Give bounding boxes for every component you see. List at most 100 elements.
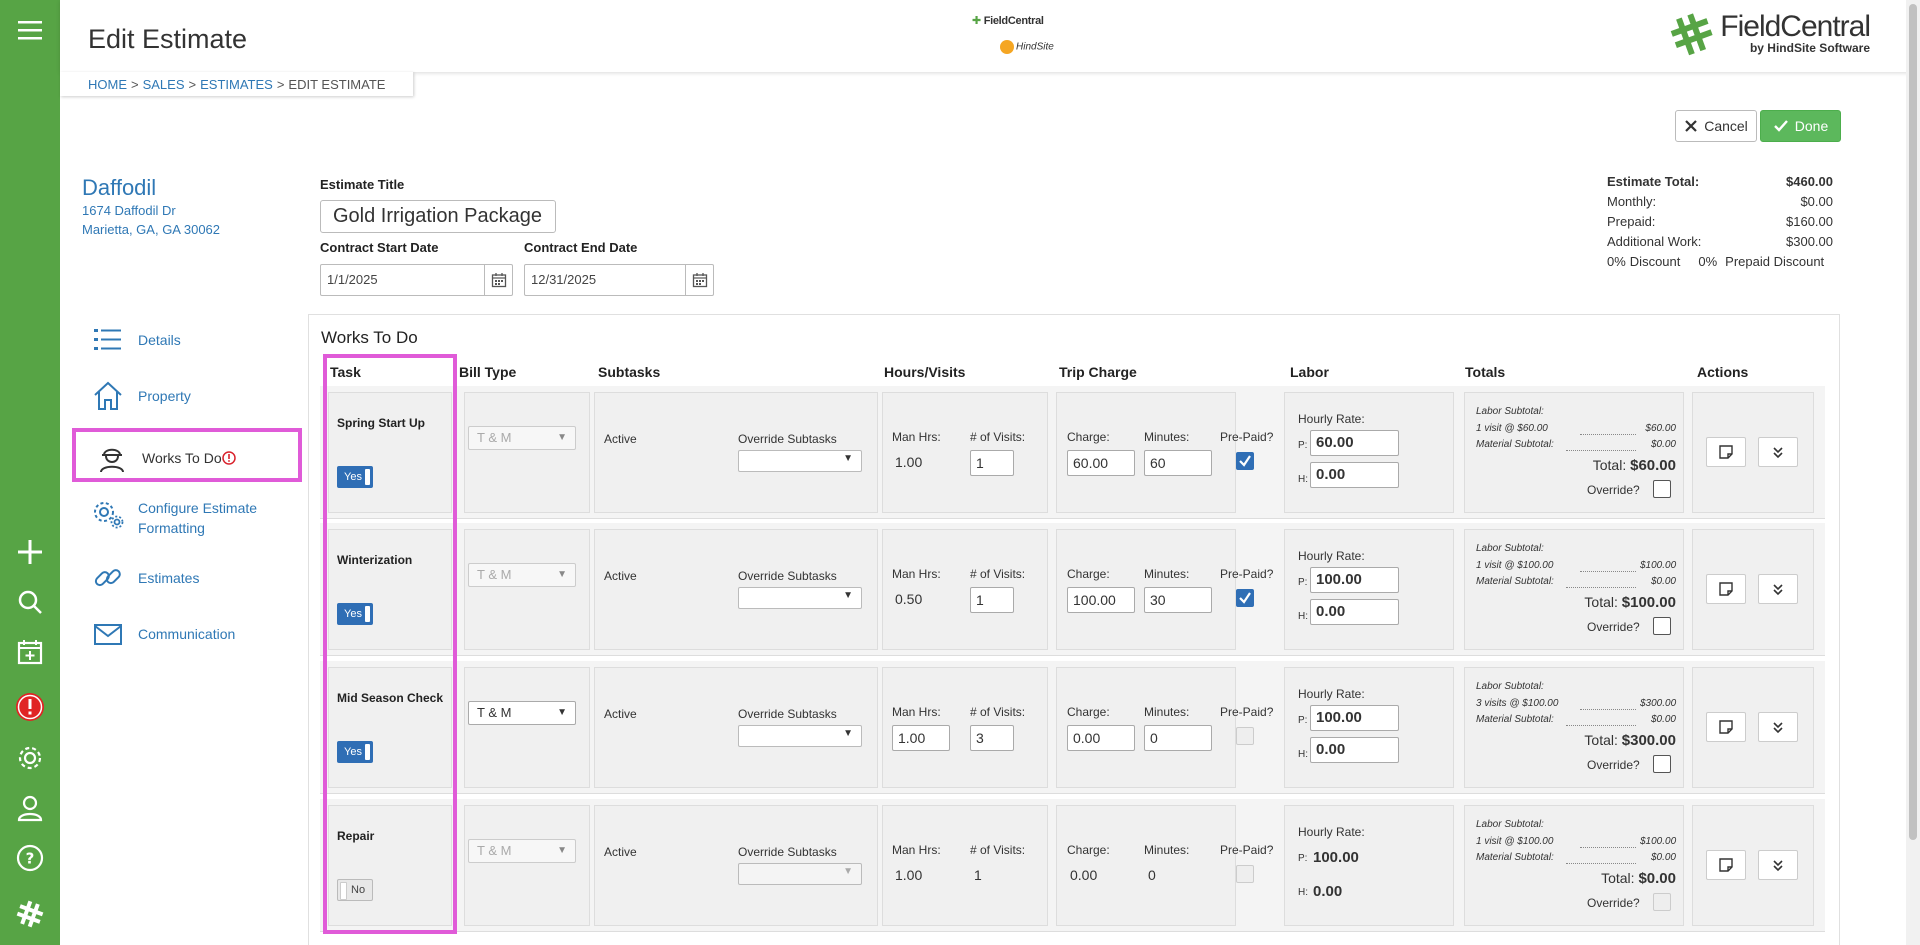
customer-address-line2[interactable]: Marietta, GA, GA 30062 (82, 222, 220, 237)
hourly-rate-h-input[interactable]: 0.00 (1310, 599, 1399, 625)
nav-estimates[interactable]: Estimates (92, 562, 199, 594)
charge-input[interactable]: 0.00 (1067, 725, 1135, 751)
rate-h-label: H: (1298, 474, 1308, 485)
expand-button[interactable] (1758, 850, 1798, 880)
visits-input[interactable]: 1 (970, 450, 1014, 476)
hourly-rate-p-input[interactable]: 100.00 (1310, 567, 1399, 593)
search-icon[interactable] (0, 580, 60, 624)
task-enabled-toggle[interactable]: Yes (337, 741, 373, 763)
override-checkbox[interactable] (1653, 480, 1671, 498)
fieldcentral-logo-icon[interactable] (0, 892, 60, 936)
add-icon[interactable] (0, 530, 60, 574)
charge-label: Charge: (1067, 430, 1110, 444)
gear-icon[interactable] (0, 736, 60, 780)
override-checkbox[interactable] (1653, 617, 1671, 635)
labor-subtotal-label: Labor Subtotal: (1476, 543, 1544, 554)
gears-icon (94, 502, 124, 529)
override-subtasks-select[interactable]: ▼ (738, 863, 862, 885)
man-hrs-label: Man Hrs: (892, 705, 941, 719)
task-enabled-toggle[interactable]: Yes (337, 466, 373, 488)
breadcrumb-sales[interactable]: SALES (143, 77, 185, 92)
bill-type-select[interactable]: T & M ▼ (468, 839, 576, 863)
prepaid-checkbox[interactable] (1236, 452, 1254, 470)
done-button[interactable]: Done (1760, 110, 1841, 142)
man-hrs-input[interactable]: 1.00 (892, 725, 950, 751)
col-labor: Labor (1290, 364, 1329, 380)
dropdown-caret-icon: ▼ (843, 590, 853, 601)
task-total: Total: $300.00 (1584, 732, 1676, 749)
minutes-input[interactable]: 60 (1144, 450, 1212, 476)
nav-works-to-do[interactable]: Works To Do (72, 428, 302, 482)
home-icon (94, 381, 122, 410)
hourly-rate-p-input[interactable]: 100.00 (1310, 705, 1399, 731)
prepaid-checkbox[interactable] (1236, 865, 1254, 883)
scrollbar-thumb[interactable] (1909, 4, 1917, 840)
customer-address-line1[interactable]: 1674 Daffodil Dr (82, 203, 176, 218)
note-icon (1719, 582, 1733, 596)
hourly-rate-label: Hourly Rate: (1298, 549, 1365, 563)
override-subtasks-select[interactable]: ▼ (738, 725, 862, 747)
note-button[interactable] (1706, 712, 1746, 742)
contract-end-label: Contract End Date (524, 240, 638, 255)
override-subtasks-select[interactable]: ▼ (738, 450, 862, 472)
visits-label: # of Visits: (970, 705, 1026, 719)
visits-input[interactable]: 3 (970, 725, 1014, 751)
calendar-icon[interactable] (685, 265, 713, 295)
breadcrumb-home[interactable]: HOME (88, 77, 127, 92)
minutes-input[interactable]: 0 (1144, 725, 1212, 751)
estimate-title-input[interactable]: Gold Irrigation Package (320, 200, 556, 233)
bill-type-select[interactable]: T & M ▼ (468, 701, 576, 725)
contract-end-input[interactable]: 12/31/2025 (524, 264, 714, 296)
labor-subtotal-label: Labor Subtotal: (1476, 819, 1544, 830)
material-subtotal-label: Material Subtotal: (1476, 439, 1554, 450)
override-subtasks-label: Override Subtasks (738, 845, 837, 859)
hourly-rate-h-input[interactable]: 0.00 (1310, 737, 1399, 763)
note-button[interactable] (1706, 850, 1746, 880)
hourly-rate-h-input[interactable]: 0.00 (1310, 462, 1399, 488)
charge-input[interactable]: 100.00 (1067, 587, 1135, 613)
labor-amount: $100.00 (1640, 560, 1677, 571)
customer-name[interactable]: Daffodil (82, 175, 156, 201)
double-chevron-down-icon (1773, 860, 1783, 872)
override-checkbox[interactable] (1653, 893, 1671, 911)
override-checkbox[interactable] (1653, 755, 1671, 773)
prepaid-checkbox[interactable] (1236, 727, 1254, 745)
charge-input[interactable]: 60.00 (1067, 450, 1135, 476)
minutes-input[interactable]: 30 (1144, 587, 1212, 613)
bill-type-select[interactable]: T & M ▼ (468, 563, 576, 587)
top-header: Edit Estimate ✚ FieldCentral HindSite Fi… (60, 0, 1920, 72)
note-button[interactable] (1706, 574, 1746, 604)
breadcrumb: HOME > SALES > ESTIMATES > EDIT ESTIMATE (60, 72, 414, 96)
scrollbar[interactable] (1906, 0, 1920, 945)
material-amount: $0.00 (1650, 576, 1676, 587)
breadcrumb-estimates[interactable]: ESTIMATES (200, 77, 273, 92)
menu-icon[interactable] (0, 8, 60, 52)
expand-button[interactable] (1758, 712, 1798, 742)
material-subtotal-label: Material Subtotal: (1476, 714, 1554, 725)
expand-button[interactable] (1758, 437, 1798, 467)
visits-label: # of Visits: (970, 430, 1026, 444)
nav-configure-estimate-formatting[interactable]: Configure Estimate Formatting (92, 498, 257, 538)
visits-input[interactable]: 1 (970, 587, 1014, 613)
task-enabled-toggle[interactable]: No (337, 879, 373, 901)
alert-icon[interactable] (0, 685, 60, 729)
contract-start-input[interactable]: 1/1/2025 (320, 264, 513, 296)
note-button[interactable] (1706, 437, 1746, 467)
cancel-button[interactable]: Cancel (1675, 110, 1757, 142)
task-enabled-toggle[interactable]: Yes (337, 603, 373, 625)
subtasks-status: Active (604, 569, 637, 583)
override-subtasks-select[interactable]: ▼ (738, 587, 862, 609)
help-icon[interactable]: ? (0, 836, 60, 880)
nav-property[interactable]: Property (92, 380, 191, 412)
prepaid-checkbox[interactable] (1236, 589, 1254, 607)
nav-details[interactable]: Details (92, 324, 181, 356)
calendar-add-icon[interactable] (0, 630, 60, 674)
expand-button[interactable] (1758, 574, 1798, 604)
calendar-icon[interactable] (484, 265, 512, 295)
list-icon (94, 329, 121, 350)
hourly-rate-p-input[interactable]: 60.00 (1310, 430, 1399, 456)
bill-type-select[interactable]: T & M ▼ (468, 426, 576, 450)
user-icon[interactable] (0, 786, 60, 830)
hourly-rate-label: Hourly Rate: (1298, 825, 1365, 839)
nav-communication[interactable]: Communication (92, 618, 235, 650)
